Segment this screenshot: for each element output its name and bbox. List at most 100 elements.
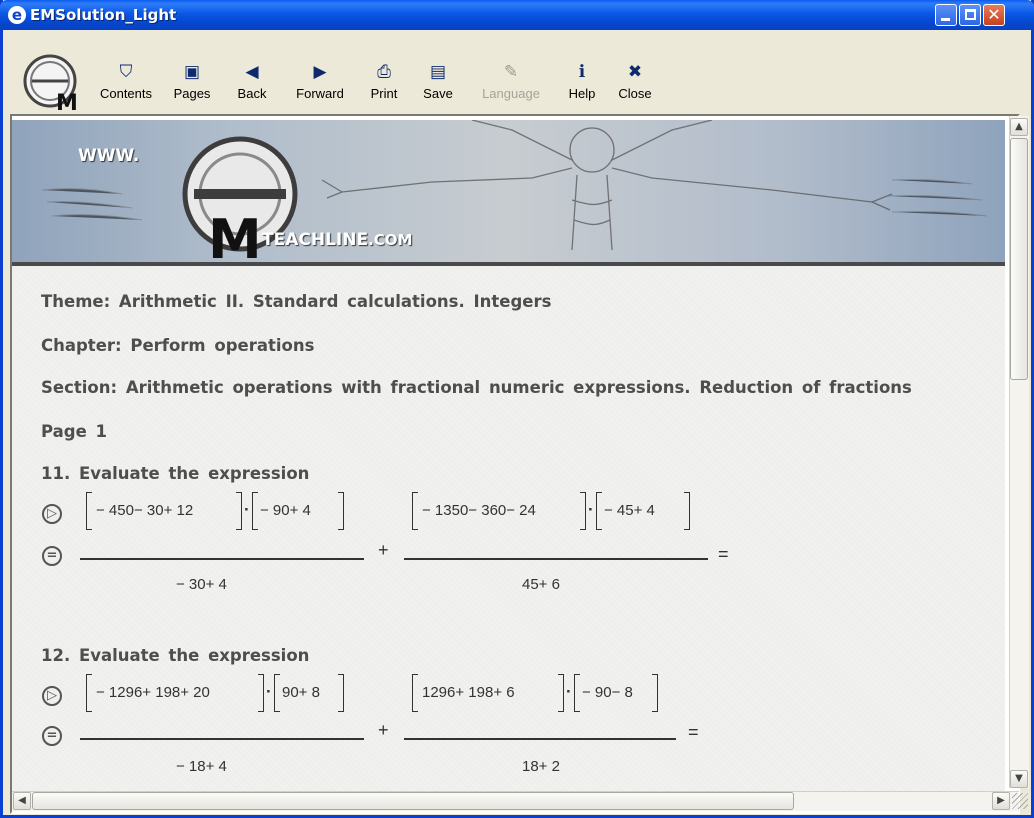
app-title-icon: e — [8, 6, 26, 24]
banner-www: WWW. — [78, 146, 140, 166]
toolbar-label: Forward — [296, 86, 344, 101]
banner-brand-text: TEACHLINE — [262, 230, 369, 250]
problem-12-left-fraction: − 1296+ 198+ 20 · 90+ 8 − 18+ 4 — [76, 674, 376, 784]
multiply-dot: · — [244, 500, 250, 519]
numerator-a: − 1296+ 198+ 20 — [96, 684, 210, 701]
content-page[interactable]: M WWW. TEACHLINE.COM Theme: Arithmetic I… — [12, 120, 1005, 792]
toolbar-save-button[interactable]: ▤ Save — [416, 60, 460, 112]
toolbar-back-button[interactable]: ◀ Back — [232, 60, 272, 112]
bracket — [652, 674, 658, 712]
section-heading: Section: Arithmetic operations with frac… — [41, 378, 912, 397]
multiply-dot: · — [588, 500, 594, 519]
numerator-a: − 450− 30+ 12 — [96, 502, 194, 519]
multiply-dot: · — [566, 682, 572, 701]
show-step-icon[interactable]: ▷ — [42, 504, 62, 524]
scroll-right-button[interactable]: ▶ — [992, 792, 1010, 810]
toolbar-contents-button[interactable]: ⛉ Contents — [92, 60, 160, 112]
floppy-disk-icon: ▤ — [429, 62, 447, 81]
problem-11-right-fraction: − 1350− 360− 24 · − 45+ 4 45+ 6 — [402, 492, 732, 602]
fraction-line — [404, 558, 708, 560]
toolbar-language-button: ✎ Language — [472, 60, 550, 112]
problem-11-title: 11. Evaluate the expression — [41, 464, 310, 483]
equals-sign: = — [688, 722, 699, 742]
toolbar-label: Back — [237, 86, 267, 101]
plus-sign: + — [378, 540, 389, 560]
bracket — [258, 674, 264, 712]
bracket — [574, 674, 580, 712]
toolbar-label: Pages — [173, 86, 211, 101]
problem-12-title: 12. Evaluate the expression — [41, 646, 310, 665]
close-x-icon: ✕ — [987, 5, 1001, 24]
plus-sign: + — [378, 720, 389, 740]
bracket — [252, 492, 258, 530]
numerator-a: 1296+ 198+ 6 — [422, 684, 515, 701]
problem-12-right-fraction: 1296+ 198+ 6 · − 90− 8 18+ 2 — [402, 674, 702, 784]
banner-logo-letter: M — [208, 208, 262, 266]
logo-letter: M — [56, 91, 78, 112]
bracket — [684, 492, 690, 530]
bracket — [412, 674, 418, 712]
toolbar-label: Print — [370, 86, 398, 101]
numerator-b: − 90+ 4 — [260, 502, 311, 519]
show-solution-icon[interactable]: = — [42, 546, 62, 566]
bracket — [274, 674, 280, 712]
bracket — [86, 492, 92, 530]
equals-sign: = — [718, 544, 729, 564]
toolbar-print-button[interactable]: ⎙ Print — [364, 60, 404, 112]
language-icon: ✎ — [503, 62, 519, 81]
bracket — [338, 674, 344, 712]
fraction-line — [404, 738, 676, 740]
numerator-b: − 45+ 4 — [604, 502, 655, 519]
scroll-down-button[interactable]: ▼ — [1010, 770, 1028, 788]
bracket — [596, 492, 602, 530]
maximize-button[interactable] — [959, 4, 981, 26]
help-icon: ℹ — [578, 62, 586, 81]
show-step-icon[interactable]: ▷ — [42, 686, 62, 706]
toolbar-label: Save — [423, 86, 453, 101]
bracket — [338, 492, 344, 530]
close-window-button[interactable]: ✕ — [983, 4, 1005, 26]
numerator-b: − 90− 8 — [582, 684, 633, 701]
printer-icon: ⎙ — [377, 62, 391, 81]
emteachline-banner: M WWW. TEACHLINE.COM — [12, 120, 1005, 266]
pages-icon: ▣ — [183, 62, 201, 81]
toolbar-forward-button[interactable]: ▶ Forward — [288, 60, 352, 112]
bracket — [558, 674, 564, 712]
bracket — [412, 492, 418, 530]
denominator: 18+ 2 — [522, 758, 560, 775]
toolbar-label: Help — [568, 86, 596, 101]
toolbar-close-button[interactable]: ✖ Close — [612, 60, 658, 112]
title-bar[interactable]: e EMSolution_Light ✕ — [0, 0, 1034, 30]
denominator: 45+ 6 — [522, 576, 560, 593]
vertical-scroll-thumb[interactable] — [1010, 138, 1028, 380]
show-solution-icon[interactable]: = — [42, 726, 62, 746]
toolbar-label: Contents — [99, 86, 153, 101]
numerator-b: 90+ 8 — [282, 684, 320, 701]
contents-icon: ⛉ — [119, 62, 133, 81]
resize-grip[interactable] — [1012, 793, 1028, 809]
theme-heading: Theme: Arithmetic II. Standard calculati… — [41, 292, 552, 311]
denominator: − 30+ 4 — [176, 576, 227, 593]
chapter-heading: Chapter: Perform operations — [41, 336, 315, 355]
app-logo[interactable]: M — [20, 54, 82, 112]
multiply-dot: · — [266, 682, 272, 701]
problem-11-left-fraction: − 450− 30+ 12 · − 90+ 4 − 30+ 4 — [76, 492, 376, 602]
bracket — [236, 492, 242, 530]
fraction-line — [80, 738, 364, 740]
banner-artwork: M — [41, 120, 988, 266]
toolbar-label: Language — [482, 86, 540, 101]
close-icon: ✖ — [627, 62, 643, 81]
banner-brand-tld: .COM — [368, 231, 413, 249]
toolbar-help-button[interactable]: ℹ Help — [562, 60, 602, 112]
minimize-button[interactable] — [935, 4, 957, 26]
window-title: EMSolution_Light — [30, 6, 177, 24]
scroll-left-button[interactable]: ◀ — [13, 792, 31, 810]
toolbar-pages-button[interactable]: ▣ Pages — [168, 60, 216, 112]
toolbar-label: Close — [618, 86, 652, 101]
numerator-a: − 1350− 360− 24 — [422, 502, 536, 519]
horizontal-scroll-thumb[interactable] — [32, 792, 794, 810]
banner-brand: TEACHLINE.COM — [262, 230, 412, 250]
bracket — [86, 674, 92, 712]
denominator: − 18+ 4 — [176, 758, 227, 775]
scroll-up-button[interactable]: ▲ — [1010, 118, 1028, 136]
